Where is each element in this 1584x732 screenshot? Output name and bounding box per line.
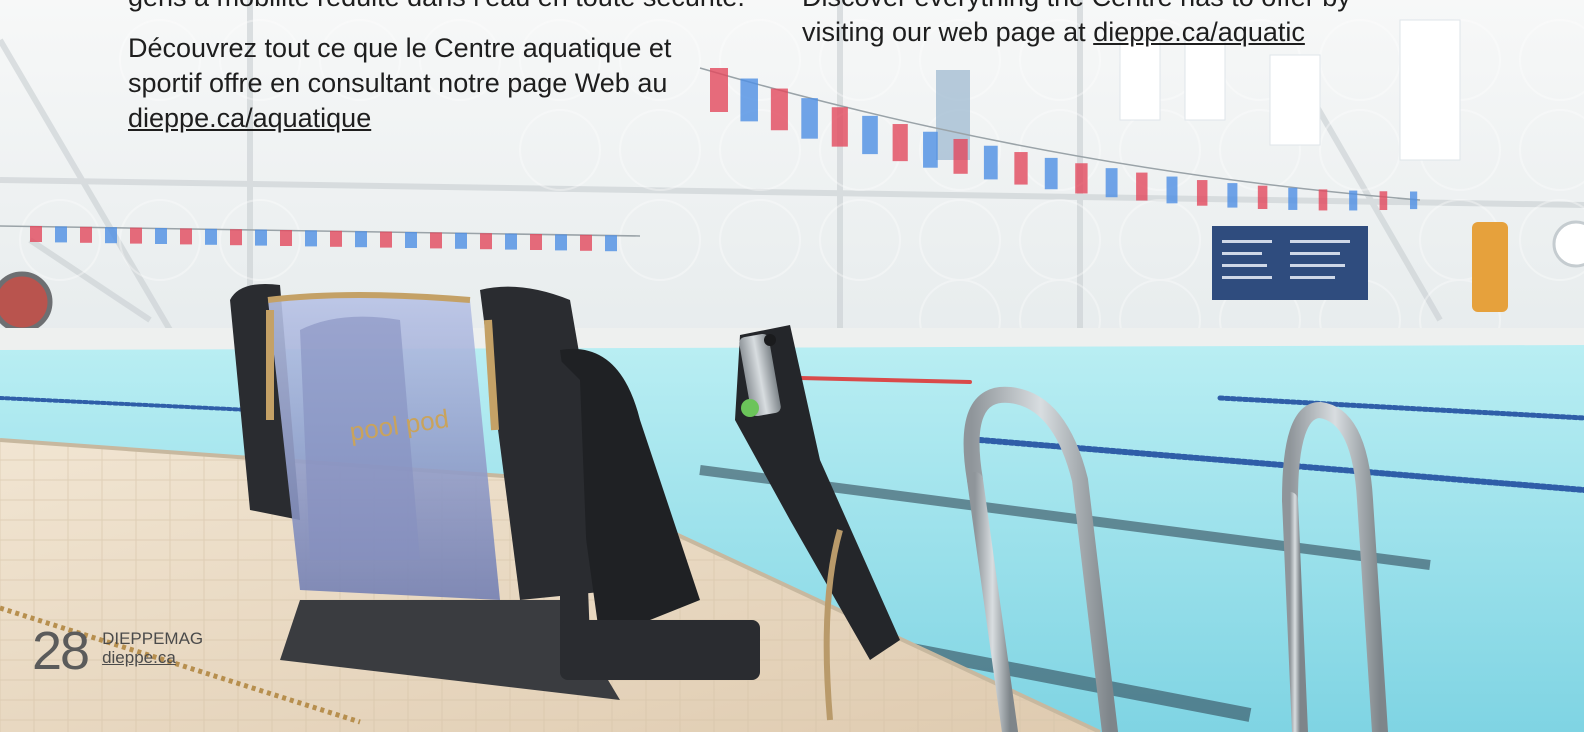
pennant-flag xyxy=(355,231,367,248)
pennant-flag xyxy=(305,230,317,247)
pennant-flag xyxy=(953,138,968,174)
pennant-flag xyxy=(923,131,938,168)
pennant-flag xyxy=(983,145,998,180)
pennant-flag xyxy=(1410,191,1418,210)
pennant-flag xyxy=(1075,163,1088,194)
pennant-flag xyxy=(1044,157,1058,190)
pennant-flag xyxy=(405,232,417,248)
pennant-flag xyxy=(205,228,217,245)
pennant-flag xyxy=(1136,172,1148,201)
pennant-flag xyxy=(505,233,517,250)
english-paragraph: Discover everything the Centre has to of… xyxy=(802,0,1362,50)
pennant-flag xyxy=(555,234,567,251)
pennant-flag xyxy=(1196,180,1208,206)
pennant-flag xyxy=(580,234,592,251)
pennant-flag xyxy=(155,228,167,244)
english-text-block: Discover everything the Centre has to of… xyxy=(802,0,1422,66)
clock-icon xyxy=(1552,220,1584,268)
french-web-link[interactable]: dieppe.ca/aquatique xyxy=(128,103,371,133)
pennant-flag xyxy=(30,226,42,242)
pennant-flag xyxy=(1257,185,1268,210)
pennant-flag xyxy=(480,233,492,250)
pennant-flag xyxy=(230,229,242,246)
rescue-tube xyxy=(1472,222,1508,312)
pennant-flag xyxy=(80,226,92,243)
pennant-flag xyxy=(892,124,908,162)
pennant-flag xyxy=(330,230,342,247)
pennant-flag xyxy=(862,115,878,155)
english-web-link[interactable]: dieppe.ca/aquatic xyxy=(1093,17,1305,47)
hose-reel xyxy=(0,271,53,333)
pennant-flag xyxy=(1014,152,1028,185)
pennant-flag xyxy=(1379,191,1388,211)
pennant-flag xyxy=(1288,187,1298,210)
control-button-icon xyxy=(741,399,759,417)
french-line-1: gens à mobilité réduite dans l’eau en to… xyxy=(128,0,788,15)
footer-meta: DIEPPEMAG dieppe.ca xyxy=(102,629,203,667)
pennant-flag xyxy=(180,228,192,245)
pennant-flag xyxy=(1318,189,1328,211)
french-text-block: gens à mobilité réduite dans l’eau en to… xyxy=(128,0,788,152)
footer-site-link[interactable]: dieppe.ca xyxy=(102,648,203,667)
pennant-flag xyxy=(1227,183,1238,208)
wall-banner xyxy=(1269,54,1321,146)
french-paragraph-text: Découvrez tout ce que le Centre aquatiqu… xyxy=(128,33,672,98)
pennant-flag xyxy=(430,232,442,249)
pennant-flag xyxy=(55,226,67,243)
pennant-flag xyxy=(605,235,617,252)
pennant-flag xyxy=(831,107,848,147)
pennant-flag xyxy=(105,227,117,244)
french-paragraph: Découvrez tout ce que le Centre aquatiqu… xyxy=(128,31,688,136)
pennant-flag xyxy=(530,234,542,250)
pennant-flag xyxy=(380,231,392,248)
pennant-flag xyxy=(801,98,818,139)
page-footer: 28 DIEPPEMAG dieppe.ca xyxy=(32,624,203,678)
page-number: 28 xyxy=(32,621,90,681)
pennant-flag xyxy=(455,232,467,249)
pennant-flag xyxy=(255,229,267,246)
magazine-name: DIEPPEMAG xyxy=(102,629,204,648)
pennant-flag xyxy=(130,227,142,244)
pennant-flag xyxy=(1105,168,1118,198)
pennant-flag xyxy=(280,230,292,246)
pennant-flag xyxy=(1166,176,1178,204)
info-board xyxy=(1212,226,1368,300)
pennant-flag xyxy=(1349,190,1358,211)
